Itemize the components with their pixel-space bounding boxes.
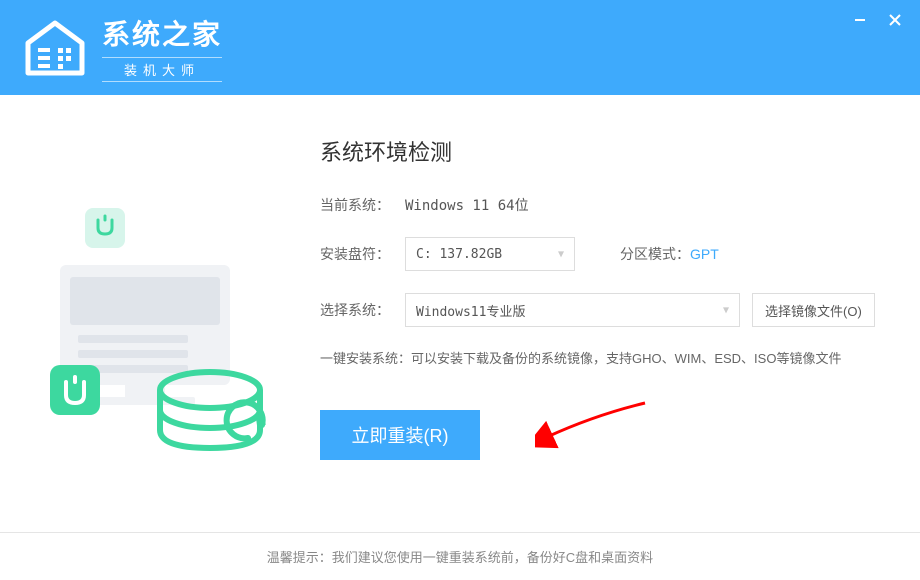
titlebar: 系统之家 装机大师	[0, 0, 920, 95]
install-drive-row: 安装盘符： C: 137.82GB ▼ 分区模式： GPT	[320, 237, 890, 271]
chevron-down-icon: ▼	[558, 249, 564, 260]
section-title: 系统环境检测	[320, 135, 890, 167]
footer-tip: 温馨提示：我们建议您使用一键重装系统前，备份好C盘和桌面资料	[0, 532, 920, 580]
app-subtitle: 装机大师	[102, 57, 222, 82]
illustration	[30, 125, 290, 535]
help-text: 一键安装系统：可以安装下载及备份的系统镜像，支持GHO、WIM、ESD、ISO等…	[320, 349, 890, 370]
current-system-label: 当前系统：	[320, 195, 405, 215]
chevron-down-icon: ▼	[723, 305, 729, 316]
close-button[interactable]	[885, 10, 905, 30]
select-system-value: Windows11专业版	[416, 301, 525, 320]
partition-value: GPT	[690, 246, 719, 262]
select-system-select[interactable]: Windows11专业版 ▼	[405, 293, 740, 327]
reinstall-button[interactable]: 立即重装(R)	[320, 410, 480, 460]
install-drive-value: C: 137.82GB	[416, 247, 502, 262]
select-system-row: 选择系统： Windows11专业版 ▼ 选择镜像文件(O)	[320, 293, 890, 327]
system-illustration-icon	[30, 190, 290, 470]
minimize-icon	[853, 13, 867, 27]
house-logo-icon	[20, 18, 90, 78]
install-drive-select[interactable]: C: 137.82GB ▼	[405, 237, 575, 271]
app-title: 系统之家	[102, 13, 222, 53]
app-logo: 系统之家 装机大师	[20, 13, 222, 82]
current-system-row: 当前系统： Windows 11 64位	[320, 195, 890, 215]
main-panel: 系统环境检测 当前系统： Windows 11 64位 安装盘符： C: 137…	[320, 125, 890, 535]
select-system-label: 选择系统：	[320, 300, 405, 320]
content-area: 系统环境检测 当前系统： Windows 11 64位 安装盘符： C: 137…	[0, 95, 920, 535]
current-system-value: Windows 11 64位	[405, 195, 529, 215]
minimize-button[interactable]	[850, 10, 870, 30]
partition-label: 分区模式：	[620, 244, 690, 264]
window-controls	[850, 10, 905, 30]
browse-image-button[interactable]: 选择镜像文件(O)	[752, 293, 875, 327]
install-drive-label: 安装盘符：	[320, 244, 405, 264]
close-icon	[888, 13, 902, 27]
